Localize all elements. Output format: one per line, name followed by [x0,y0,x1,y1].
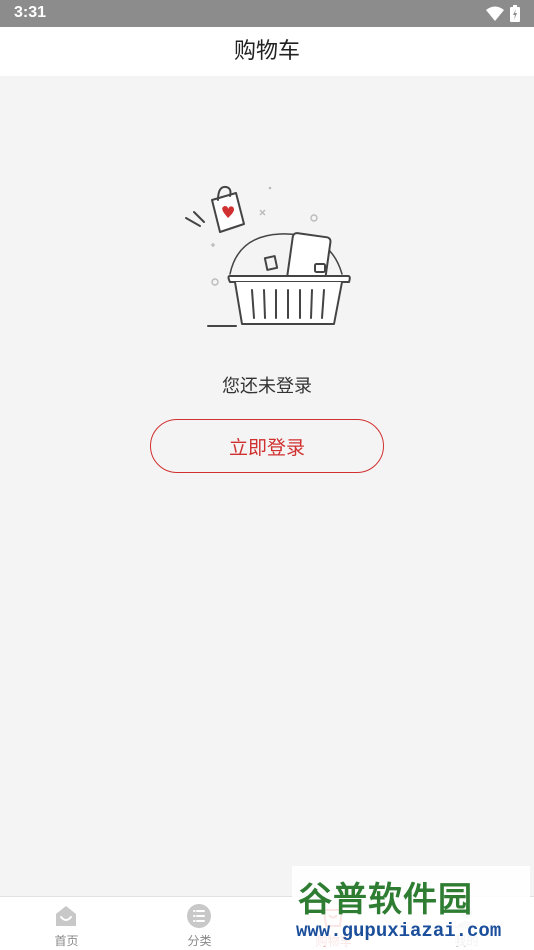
category-icon [187,904,211,928]
header: 购物车 [0,27,534,76]
tab-category[interactable]: 分类 [133,897,266,950]
status-time: 3:31 [14,4,47,21]
tab-category-label: 分类 [187,934,212,948]
tab-home[interactable]: 首页 [0,897,133,950]
not-logged-in-message: 您还未登录 [222,376,312,397]
battery-icon [510,5,520,22]
page-title: 购物车 [233,39,300,64]
empty-cart-area: 您还未登录 立即登录 [0,76,534,896]
tab-home-label: 首页 [54,934,79,948]
home-icon [56,906,76,926]
wifi-icon [486,6,504,21]
watermark-title: 谷普软件园 [298,880,473,920]
watermark-logo: 谷普软件园 www.gupuxiazai.com [292,866,530,946]
shopping-basket-illustration [185,185,351,327]
status-bar: 3:31 [0,0,534,27]
watermark-url: www.gupuxiazai.com [296,920,502,942]
login-now-button[interactable]: 立即登录 [150,419,384,473]
status-icons [486,5,520,22]
